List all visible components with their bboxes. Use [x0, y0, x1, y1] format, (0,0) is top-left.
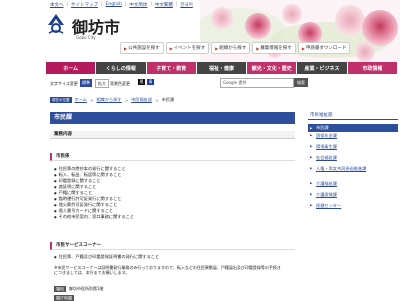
duties-list: 住民票の謄抄本の発行に関すること 転入、転出、転居等に関すること 印鑑登録に関す…: [54, 166, 134, 220]
nav-home[interactable]: ホーム: [46, 62, 97, 74]
page-title: 市民課: [50, 112, 295, 124]
global-nav: ホーム くらしの情報 子育て・教育 福祉・健康 観光・文化・歴史 産業・ビジネス…: [46, 62, 398, 74]
sidebar-title[interactable]: 市民福祉部: [308, 112, 398, 120]
bg-blue-button[interactable]: 青: [147, 79, 154, 85]
city-emblem-icon: [48, 14, 64, 34]
utility-links: 本文へ | サイトマップ | English | 中文简体 | 中文繁體 | 한국어: [50, 2, 193, 8]
util-link-korean[interactable]: 한국어: [180, 2, 192, 8]
sidebar-item-jinken[interactable]: 人権・男女共同参画推進課: [308, 165, 398, 180]
font-standard-button[interactable]: 標準: [80, 79, 92, 87]
breadcrumb-badge: 現在の位置: [50, 97, 72, 103]
find-organization-button[interactable]: ▶ 組織から探す: [211, 42, 251, 54]
list-item: 住民票、戸籍及び印鑑登録証明書の発行に関すること: [54, 254, 160, 260]
nav-childcare-education[interactable]: 子育て・教育: [146, 62, 197, 74]
find-facility-button[interactable]: ▶ 公共施設を探す: [120, 42, 164, 54]
sidebar-item-kaigo-hoken[interactable]: 介護保険課: [308, 191, 398, 202]
breadcrumb: 現在の位置 ホーム > 組織から探す > 市民福祉部 > 市民課: [50, 97, 175, 103]
site-header: 本文へ | サイトマップ | English | 中文简体 | 中文繁體 | 한국어 御坊…: [0, 0, 400, 62]
tools-row: 文字サイズ変更 標準 拡大 背景色変更 黒 青 Google 提供 検索: [50, 78, 398, 89]
nav-tourism-culture[interactable]: 観光・文化・歴史: [247, 62, 298, 74]
sidebar-list: 市民課 国保年金課 環境衛生課 社会福祉課 人権・男女共同参画推進課 介護福祉課…: [308, 124, 398, 213]
breadcrumb-department[interactable]: 市民福祉部: [131, 97, 152, 103]
nav-welfare-health[interactable]: 福祉・健康: [196, 62, 248, 74]
sidebar: 市民福祉部 市民課 国保年金課 環境衛生課 社会福祉課 人権・男女共同参画推進課…: [308, 112, 398, 300]
util-link-chinese-simplified[interactable]: 中文简体: [129, 2, 147, 8]
search-button[interactable]: 検索: [294, 78, 308, 87]
duties-heading: 業務内容: [50, 131, 295, 139]
sidebar-item-shakai-fukushi[interactable]: 社会福祉課: [308, 154, 398, 165]
place-label: 場所: [54, 285, 66, 292]
sidebar-item-shimin[interactable]: 市民課: [308, 124, 398, 132]
sidebar-item-hoken-center[interactable]: 保健センター: [308, 202, 398, 213]
find-event-button[interactable]: ▶ イベントを探す: [165, 42, 210, 54]
hours-row: 開庁時間: [54, 294, 77, 301]
site-logo[interactable]: 御坊市 Gobo City: [46, 11, 120, 43]
nav-industry-business[interactable]: 産業・ビジネス: [297, 62, 348, 74]
bg-black-button[interactable]: 黒: [138, 79, 145, 85]
util-link-chinese-traditional[interactable]: 中文繁體: [155, 2, 173, 8]
font-size-label: 文字サイズ変更: [50, 81, 78, 86]
sidebar-item-kankyo-eisei[interactable]: 環境衛生課: [308, 143, 398, 154]
bg-color-label: 背景色変更: [110, 81, 130, 86]
list-item: その他市民案内、窓口事務に関すること: [54, 214, 134, 220]
util-link-english[interactable]: English: [106, 2, 122, 8]
service-note: ※市民サービスコーナーは証明書発行業務のみ行っておりますので、転入などの住民異動…: [54, 265, 281, 275]
nav-city-government[interactable]: 市政情報: [347, 62, 398, 74]
font-large-button[interactable]: 拡大: [95, 79, 109, 88]
util-link-sitemap[interactable]: サイトマップ: [71, 2, 98, 8]
find-recruitment-button[interactable]: ▶ 募集情報を探す: [252, 42, 296, 54]
place-row: 場所 御坊市役所別館1階: [54, 285, 104, 292]
place-value: 御坊市役所別館1階: [69, 286, 104, 291]
section-heading-service-corner: 市民サービスコーナー: [50, 242, 295, 250]
sidebar-item-kaigo-fukushi[interactable]: 介護福祉課: [308, 180, 398, 191]
breadcrumb-organization[interactable]: 組織から探す: [96, 97, 121, 103]
section-heading-shimin: 市民係: [50, 153, 295, 161]
quick-search-nav: ▶ 公共施設を探す ▶ イベントを探す ▶ 組織から探す ▶ 募集情報を探す ▶ 申請書ダ…: [120, 42, 385, 54]
service-list: 住民票、戸籍及び印鑑登録証明書の発行に関すること: [54, 254, 160, 260]
sidebar-item-kokuho-nenkin[interactable]: 国保年金課: [308, 132, 398, 143]
logo-subtitle: Gobo City: [76, 35, 96, 40]
breadcrumb-current: 市民課: [161, 97, 175, 102]
breadcrumb-home[interactable]: ホーム: [75, 97, 87, 103]
download-forms-button[interactable]: ▶ 申請書ダウンロード: [297, 42, 351, 54]
util-link-skip[interactable]: 本文へ: [50, 2, 64, 8]
search-input[interactable]: Google 提供: [220, 78, 294, 88]
nav-living[interactable]: くらしの情報: [96, 62, 147, 74]
